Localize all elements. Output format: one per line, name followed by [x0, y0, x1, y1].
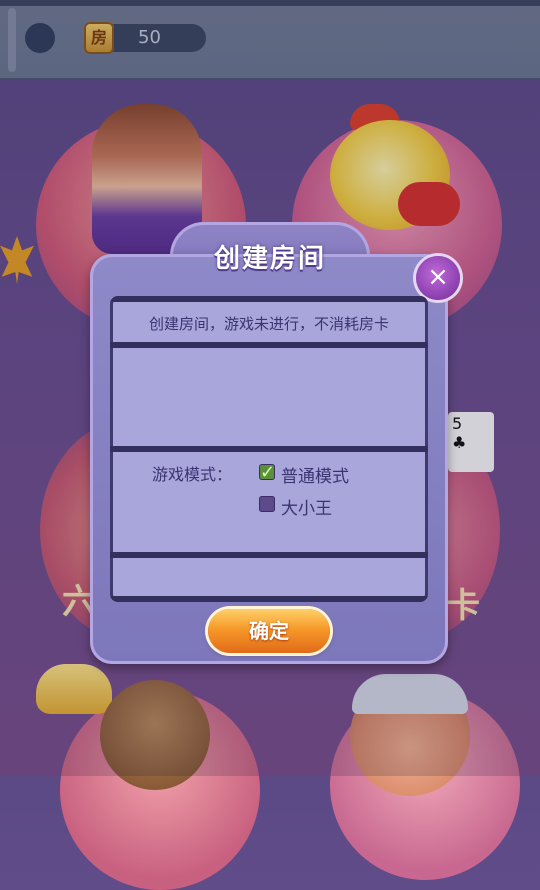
checkbox-unchecked[interactable] [259, 496, 275, 512]
confirm-button[interactable]: 确定 [208, 609, 330, 653]
panel-top-divider [110, 296, 428, 302]
mode-option-label: 普通模式 [281, 467, 349, 487]
panel-bottom-divider [110, 596, 428, 602]
dialog-notice: 创建房间，游戏未进行，不消耗房卡 [148, 315, 389, 333]
close-icon[interactable]: × [416, 256, 460, 300]
dialog-content-panel [110, 296, 428, 602]
panel-divider-2 [110, 446, 428, 452]
panel-divider-3 [110, 552, 428, 558]
game-mode-label: 游戏模式： [152, 465, 233, 484]
check-icon: ✓ [260, 462, 276, 483]
dialog-title: 创建房间 [213, 244, 326, 274]
mode-option-label: 大小王 [281, 499, 332, 519]
checkbox-checked[interactable]: ✓ [259, 462, 276, 483]
panel-divider-1 [110, 342, 428, 348]
